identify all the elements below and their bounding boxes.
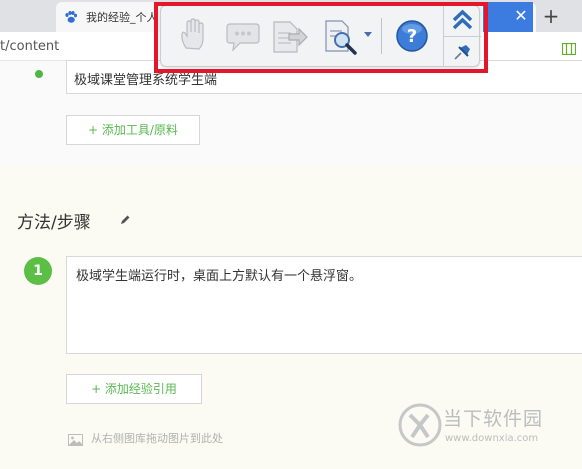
step-text-area[interactable]: 极域学生端运行时，桌面上方默认有一个悬浮窗。 [66, 256, 582, 354]
watermark-logo-icon [398, 403, 442, 447]
red-highlight-frame [154, 2, 488, 73]
browser-tab-title: 我的经验_个人 [86, 11, 158, 24]
pencil-icon[interactable] [119, 211, 131, 224]
url-text: t/content [0, 39, 60, 54]
baidu-paw-icon [64, 10, 78, 24]
add-reference-button[interactable]: + 添加经验引用 [66, 374, 202, 404]
step-number-badge: 1 [24, 257, 52, 285]
bookmark-icon[interactable] [561, 40, 577, 56]
add-tool-button[interactable]: + 添加工具/原料 [66, 115, 200, 145]
section-title: 方法/步骤 [17, 213, 91, 233]
step-text: 极域学生端运行时，桌面上方默认有一个悬浮窗。 [76, 269, 363, 284]
new-tab-button[interactable]: + [538, 3, 564, 29]
image-icon [68, 431, 83, 446]
close-tab-icon[interactable]: ✕ [510, 4, 532, 28]
image-drop-hint: 从右侧图库拖动图片到此处 [91, 432, 223, 445]
tool-bullet [35, 70, 43, 78]
watermark-title: 当下软件园 [443, 408, 544, 430]
watermark-url: www.downxia.com [445, 433, 539, 444]
